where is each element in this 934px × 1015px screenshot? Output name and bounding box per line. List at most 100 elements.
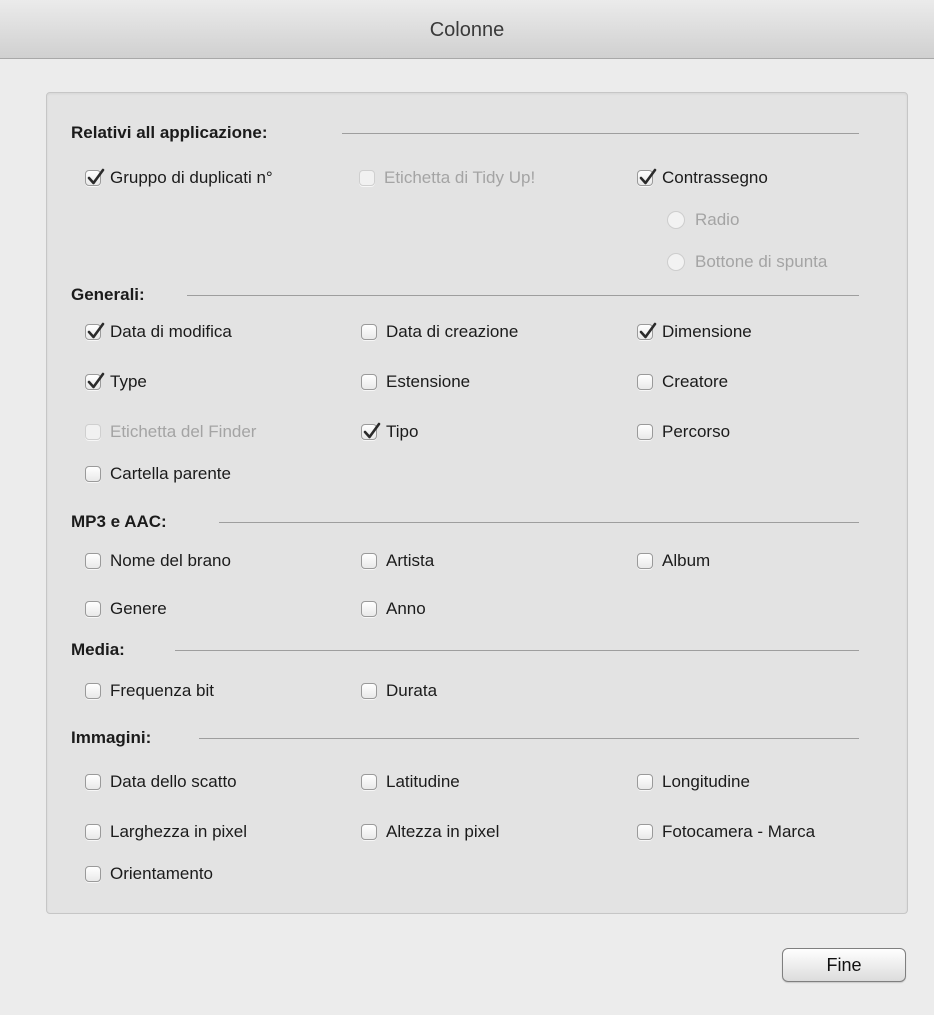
checkbox-unchecked-icon[interactable] [637,553,653,569]
checkbox-item[interactable]: Tipo [361,419,418,445]
checkbox-unchecked-icon[interactable] [85,824,101,840]
radio-label: Radio [695,210,740,229]
checkbox-label: Type [110,372,147,391]
checkbox-unchecked-icon[interactable] [361,824,377,840]
checkbox-item[interactable]: Contrassegno [637,165,768,191]
section-general-header: Generali: [71,283,861,307]
checkbox-item[interactable]: Album [637,548,710,574]
checkbox-label: Dimensione [662,322,752,341]
checkbox-item[interactable]: Dimensione [637,319,752,345]
checkbox-checked-icon[interactable] [85,168,105,186]
checkbox-unchecked-icon [85,424,101,440]
checkbox-unchecked-icon[interactable] [85,866,101,882]
checkbox-item[interactable]: Creatore [637,369,728,395]
checkbox-checked-icon[interactable] [85,372,105,390]
checkbox-unchecked-icon[interactable] [85,553,101,569]
checkbox-label: Cartella parente [110,464,231,483]
section-divider [175,650,859,651]
checkbox-item[interactable]: Frequenza bit [85,678,214,704]
checkbox-label: Nome del brano [110,551,231,570]
checkmark-icon [639,322,657,339]
section-divider [219,522,859,523]
section-title: Relativi all applicazione: [71,123,268,142]
checkbox-unchecked-icon[interactable] [361,601,377,617]
checkbox-unchecked-icon[interactable] [85,466,101,482]
checkbox-unchecked-icon[interactable] [85,601,101,617]
done-button[interactable]: Fine [782,948,906,982]
checkbox-item[interactable]: Data di modifica [85,319,232,345]
checkbox-item[interactable]: Altezza in pixel [361,819,499,845]
checkbox-label: Durata [386,681,438,700]
checkbox-label: Data dello scatto [110,772,237,791]
radio-label: Bottone di spunta [695,252,828,271]
checkbox-unchecked-icon[interactable] [361,374,377,390]
section-media-header: Media: [71,638,861,662]
checkbox-checked-icon[interactable] [637,168,657,186]
checkbox-unchecked-icon[interactable] [637,424,653,440]
checkbox-item[interactable]: Estensione [361,369,470,395]
radio-icon [667,253,685,271]
checkbox-label: Etichetta di Tidy Up! [384,168,536,187]
checkbox-checked-icon[interactable] [361,422,381,440]
checkbox-item: Etichetta di Tidy Up! [359,165,535,191]
window-title: Colonne [429,19,505,41]
checkmark-icon [639,168,657,185]
radio-option: Radio [667,207,739,233]
checkbox-unchecked-icon[interactable] [637,824,653,840]
section-app-header: Relativi all applicazione: [71,121,861,145]
checkbox-unchecked-icon[interactable] [361,774,377,790]
checkbox-item[interactable]: Cartella parente [85,461,231,487]
section-title: Media: [71,640,125,659]
checkbox-unchecked-icon[interactable] [85,683,101,699]
checkbox-unchecked-icon[interactable] [361,553,377,569]
checkbox-item[interactable]: Durata [361,678,437,704]
checkbox-label: Anno [386,599,426,618]
checkbox-label: Data di modifica [110,322,232,341]
checkbox-item[interactable]: Data di creazione [361,319,518,345]
section-mp3-aac-header: MP3 e AAC: [71,510,861,534]
section-images-header: Immagini: [71,726,861,750]
checkbox-label: Percorso [662,422,731,441]
checkbox-label: Album [662,551,711,570]
checkbox-unchecked-icon [359,170,375,186]
checkbox-item[interactable]: Genere [85,596,167,622]
checkbox-unchecked-icon[interactable] [361,683,377,699]
checkbox-item[interactable]: Latitudine [361,769,460,795]
checkbox-label: Frequenza bit [110,681,214,700]
checkbox-label: Artista [386,551,435,570]
checkmark-icon [87,168,105,185]
checkbox-unchecked-icon[interactable] [85,774,101,790]
checkbox-label: Gruppo di duplicati n° [110,168,273,187]
checkbox-label: Genere [110,599,167,618]
checkbox-item[interactable]: Anno [361,596,426,622]
checkbox-item[interactable]: Type [85,369,147,395]
section-divider [199,738,859,739]
checkbox-checked-icon[interactable] [85,322,105,340]
checkbox-item[interactable]: Percorso [637,419,730,445]
checkbox-item[interactable]: Fotocamera - Marca [637,819,815,845]
checkbox-item[interactable]: Gruppo di duplicati n° [85,165,273,191]
checkbox-label: Contrassegno [662,168,768,187]
checkbox-item[interactable]: Larghezza in pixel [85,819,247,845]
section-title: Generali: [71,285,145,304]
section-title: Immagini: [71,728,152,747]
section-divider [342,133,859,134]
checkbox-item[interactable]: Data dello scatto [85,769,237,795]
checkbox-label: Altezza in pixel [386,822,500,841]
checkbox-unchecked-icon[interactable] [361,324,377,340]
checkbox-item[interactable]: Orientamento [85,861,213,887]
checkbox-label: Creatore [662,372,729,391]
radio-option: Bottone di spunta [667,249,827,275]
checkbox-checked-icon[interactable] [637,322,657,340]
checkbox-item[interactable]: Artista [361,548,434,574]
checkbox-label: Etichetta del Finder [110,422,257,441]
checkbox-item[interactable]: Longitudine [637,769,750,795]
checkbox-unchecked-icon[interactable] [637,774,653,790]
checkbox-item: Etichetta del Finder [85,419,256,445]
checkbox-unchecked-icon[interactable] [637,374,653,390]
checkmark-icon [87,372,105,389]
checkbox-item[interactable]: Nome del brano [85,548,231,574]
checkmark-icon [87,322,105,339]
checkbox-label: Longitudine [662,772,750,791]
radio-icon [667,211,685,229]
